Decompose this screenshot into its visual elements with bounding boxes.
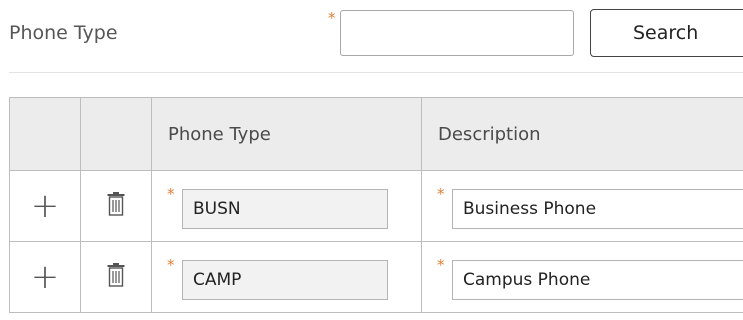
delete-cell [80,241,152,313]
delete-cell [80,170,152,242]
phone-type-search-input[interactable] [340,10,574,56]
grid-header-row: Phone Type Description [9,97,743,171]
required-indicator: * [437,256,445,274]
description-cell: * [421,241,743,313]
column-header-phone-type[interactable]: Phone Type [151,97,422,171]
table-row: + * * [9,241,743,313]
required-indicator: * [437,185,445,203]
table-row: + * * [9,170,743,242]
phone-type-cell: * [151,241,422,313]
description-field[interactable] [452,189,743,229]
add-cell: + [9,241,81,313]
add-row-icon[interactable]: + [31,189,60,223]
trash-glyph [107,263,125,287]
add-cell: + [9,170,81,242]
phone-type-field[interactable] [182,260,388,300]
phone-type-cell: * [151,170,422,242]
divider [9,72,743,73]
trash-icon[interactable] [107,192,125,220]
add-row-icon[interactable]: + [31,260,60,294]
search-panel: Phone Type * Search [0,0,743,74]
required-indicator: * [167,185,175,203]
phone-type-grid: Phone Type Description + * BUSN * Busine… [9,97,743,313]
phone-type-label: Phone Type [9,22,118,44]
phone-type-field[interactable] [182,189,388,229]
column-header-description[interactable]: Description [421,97,743,171]
description-cell: * [421,170,743,242]
description-field[interactable] [452,260,743,300]
required-indicator: * [167,256,175,274]
column-header-add [9,97,81,171]
column-header-delete [80,97,152,171]
trash-glyph [107,192,125,216]
search-button[interactable]: Search [590,9,743,57]
trash-icon[interactable] [107,263,125,291]
required-indicator: * [328,9,336,27]
